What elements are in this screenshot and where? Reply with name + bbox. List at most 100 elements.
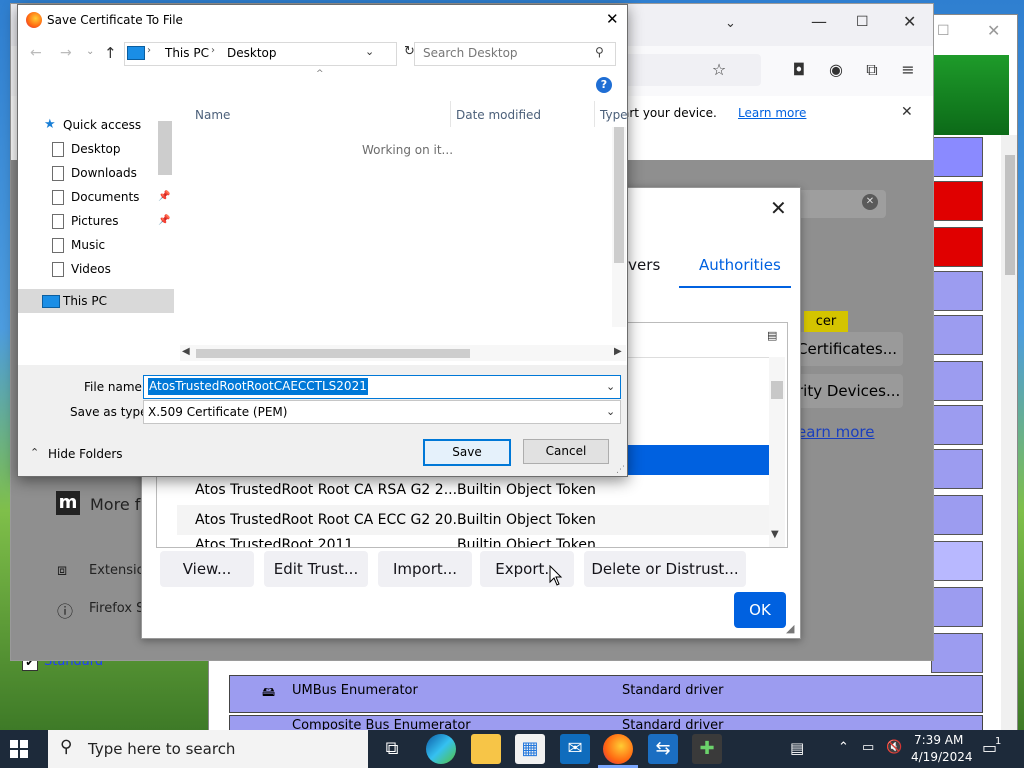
mail-icon[interactable]: ✉ (560, 734, 590, 764)
close-icon[interactable]: ✕ (606, 10, 619, 28)
action-center-icon[interactable]: ▭ 1 (982, 736, 1002, 758)
windows-start-icon[interactable] (10, 740, 28, 758)
device-manager-icon[interactable]: ✚ (692, 734, 722, 764)
breadcrumb-this-pc[interactable]: This PC (165, 46, 209, 60)
table-row[interactable]: Atos TrustedRoot Root CA RSA G2 2... Bui… (177, 475, 769, 505)
breadcrumb-desktop[interactable]: Desktop (227, 46, 277, 60)
ok-button[interactable]: OK (734, 592, 786, 628)
file-explorer-icon[interactable] (471, 734, 501, 764)
up-arrow-icon[interactable]: ↑ (104, 44, 117, 62)
close-icon[interactable]: ✕ (987, 21, 1000, 40)
learn-more-link[interactable]: earn more (797, 423, 874, 441)
tree-item-videos[interactable]: Videos (18, 257, 174, 281)
pocket-icon[interactable]: ◘ (787, 58, 811, 82)
recent-locations-chevron-icon[interactable]: ⌄ (86, 46, 94, 57)
column-header-name[interactable]: Name (195, 108, 230, 122)
file-list-scrollbar[interactable] (612, 127, 626, 327)
taskbar-search-box[interactable]: ⚲ Type here to search (48, 730, 368, 768)
device-name: UMBus Enumerator (292, 683, 418, 698)
column-picker-icon[interactable]: ▤ (767, 329, 777, 342)
scrollbar[interactable] (1001, 135, 1017, 731)
file-name-input[interactable]: AtosTrustedRootRootCAECCTLS2021 ⌄ (143, 375, 621, 399)
firefox-taskbar-icon[interactable] (603, 734, 633, 764)
delete-or-distrust-button[interactable]: Delete or Distrust... (584, 551, 746, 587)
column-header-type[interactable]: Type (600, 108, 628, 122)
list-tabs-chevron-icon[interactable]: ⌄ (725, 16, 736, 31)
security-devices-button[interactable]: rity Devices... (797, 374, 903, 408)
scrollbar-thumb[interactable] (1005, 155, 1015, 275)
tree-item-this-pc[interactable]: This PC (18, 289, 174, 313)
edit-trust-button-label: Edit Trust... (273, 560, 359, 578)
cancel-button[interactable]: Cancel (523, 439, 609, 464)
device-row[interactable]: 🖴 UMBus Enumerator Standard driver (229, 675, 983, 713)
edit-trust-button[interactable]: Edit Trust... (264, 551, 368, 587)
scroll-right-icon[interactable]: ▶ (614, 346, 622, 357)
scrollbar-thumb[interactable] (614, 127, 624, 263)
device-driver: Standard driver (622, 683, 724, 698)
column-header-date[interactable]: Date modified (456, 108, 541, 122)
star-icon: ★ (44, 117, 56, 132)
account-icon[interactable]: ◉ (824, 58, 848, 82)
news-widget-icon[interactable]: ▤ (790, 739, 804, 757)
show-hidden-icons-chevron-icon[interactable]: ⌃ (838, 740, 849, 755)
network-icon[interactable]: ▭ (862, 740, 874, 755)
url-bar[interactable]: ☆ (611, 54, 761, 86)
tree-item-desktop[interactable]: Desktop (18, 137, 174, 161)
bookmark-star-icon[interactable]: ☆ (707, 58, 731, 82)
resize-grip-icon[interactable]: ◢ (786, 622, 794, 635)
more-from-mozilla-label[interactable]: More fr (90, 495, 147, 514)
search-icon: ⚲ (60, 737, 73, 757)
save-button[interactable]: Save (423, 439, 511, 466)
close-notification-icon[interactable]: ✕ (901, 104, 913, 120)
remote-desktop-icon[interactable]: ⇆ (648, 734, 678, 764)
import-button[interactable]: Import... (378, 551, 472, 587)
scroll-left-icon[interactable]: ◀ (182, 346, 190, 357)
back-arrow-icon[interactable]: ← (30, 45, 42, 61)
clock-time[interactable]: 7:39 AM (914, 733, 963, 747)
volume-muted-icon[interactable]: 🔇 (886, 740, 902, 755)
task-view-icon[interactable]: ⧉ (377, 734, 407, 764)
tree-label: Music (71, 238, 106, 252)
tab-authorities[interactable]: Authorities (679, 246, 791, 288)
tree-item-downloads[interactable]: Downloads (18, 161, 174, 185)
address-dropdown-chevron-icon[interactable]: ⌄ (365, 45, 374, 58)
maximize-icon[interactable]: ☐ (856, 14, 869, 30)
maximize-icon[interactable]: ☐ (937, 23, 950, 39)
hide-folders-toggle[interactable]: ⌃ Hide Folders (28, 445, 138, 465)
close-icon[interactable]: ✕ (903, 12, 916, 31)
file-list: ^ Name Date modified Type Working on it.… (180, 69, 628, 365)
resize-grip-icon[interactable]: ⋰ (616, 465, 625, 475)
view-button[interactable]: View... (160, 551, 254, 587)
table-row[interactable]: Atos TrustedRoot 2011 Builtin Object Tok… (177, 535, 769, 547)
scrollbar-thumb[interactable] (771, 381, 783, 399)
horizontal-scrollbar[interactable]: ◀ ▶ (180, 345, 626, 361)
certificates-button[interactable]: Certificates... (797, 332, 903, 366)
search-input[interactable]: Search Desktop ⚲ (414, 42, 616, 66)
chevron-down-icon[interactable]: ⌄ (606, 376, 615, 398)
scroll-down-icon[interactable]: ▼ (771, 529, 779, 540)
tree-item-music[interactable]: Music (18, 233, 174, 257)
chevron-down-icon[interactable]: ⌄ (606, 401, 615, 423)
tree-item-pictures[interactable]: Pictures 📌 (18, 209, 174, 233)
menu-hamburger-icon[interactable]: ≡ (896, 58, 920, 82)
folder-icon (52, 262, 64, 277)
edge-browser-icon[interactable] (426, 734, 456, 764)
microsoft-store-icon[interactable]: ▦ (515, 734, 545, 764)
scrollbar-thumb[interactable] (196, 349, 470, 358)
learn-more-link[interactable]: Learn more (738, 106, 806, 120)
extensions-icon[interactable]: ⧉ (860, 58, 884, 82)
address-bar[interactable]: › This PC › Desktop ⌄ (124, 42, 397, 66)
table-scrollbar[interactable]: ▼ (769, 357, 785, 547)
tree-item-quick-access[interactable]: ★ Quick access (18, 113, 174, 137)
minimize-icon[interactable]: — (811, 12, 827, 31)
clear-search-icon[interactable]: ✕ (862, 194, 878, 210)
close-icon[interactable]: ✕ (770, 196, 787, 220)
table-row[interactable]: Atos TrustedRoot Root CA ECC G2 20... Bu… (177, 505, 769, 535)
clock-date[interactable]: 4/19/2024 (911, 750, 973, 764)
forward-arrow-icon[interactable]: → (60, 45, 72, 61)
tree-item-documents[interactable]: Documents 📌 (18, 185, 174, 209)
certificate-token: Builtin Object Token (457, 482, 596, 498)
tree-scrollbar-thumb[interactable] (158, 121, 172, 175)
navigation-tree: ★ Quick access Desktop Downloads Documen… (18, 101, 174, 365)
save-as-type-select[interactable]: X.509 Certificate (PEM) ⌄ (143, 400, 621, 424)
